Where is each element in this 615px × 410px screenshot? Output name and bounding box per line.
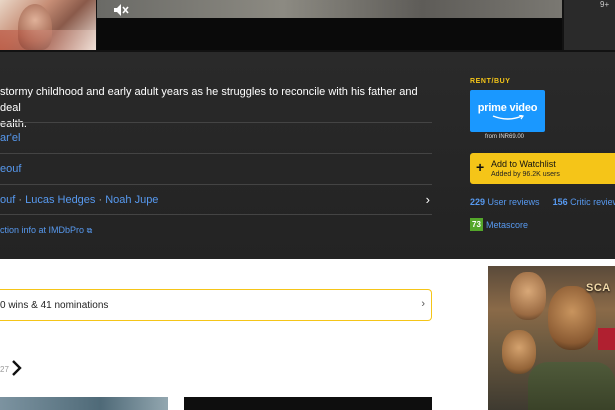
star-link[interactable]: ouf bbox=[0, 194, 15, 206]
poster-thumbnail[interactable] bbox=[0, 0, 96, 50]
user-reviews-count: 229 bbox=[470, 197, 486, 207]
poster-figure bbox=[548, 286, 596, 350]
imdbpro-link-text: ction info at IMDbPro bbox=[0, 225, 85, 235]
user-reviews-label: User reviews bbox=[487, 197, 540, 207]
reviews-links: 229 User reviews 156 Critic reviews bbox=[470, 197, 615, 207]
prime-video-button[interactable]: prime video bbox=[470, 90, 545, 132]
prime-smile-icon bbox=[492, 114, 524, 120]
rent-buy-label: RENT/BUY bbox=[470, 78, 511, 85]
ad-title: SCA bbox=[586, 282, 611, 294]
credit-name[interactable]: ar'el bbox=[0, 132, 20, 144]
critic-reviews-label: Critic reviews bbox=[570, 197, 615, 207]
plot-line: stormy childhood and early adult years a… bbox=[0, 86, 418, 114]
awards-text: 0 wins & 41 nominations bbox=[0, 300, 109, 311]
credit-row-director[interactable]: ar'el bbox=[0, 122, 432, 153]
credit-row-writer[interactable]: eouf bbox=[0, 153, 432, 184]
poster-figure bbox=[510, 272, 546, 320]
watchlist-count: Added by 96.2K users bbox=[491, 171, 560, 178]
critic-reviews-link[interactable]: 156 Critic reviews bbox=[553, 197, 615, 207]
star-link[interactable]: Lucas Hedges bbox=[25, 194, 95, 206]
poster-figure bbox=[502, 330, 536, 374]
stars-list: ouf · Lucas Hedges · Noah Jupe bbox=[0, 194, 158, 206]
mute-button[interactable] bbox=[110, 2, 132, 18]
prime-price: from INR69.00 bbox=[485, 134, 525, 140]
user-reviews-link[interactable]: 229 User reviews bbox=[470, 197, 542, 207]
media-strip: 9+ bbox=[0, 0, 615, 52]
chevron-right-icon: › bbox=[421, 298, 425, 310]
credit-name[interactable]: eouf bbox=[0, 163, 21, 175]
awards-button[interactable]: 0 wins & 41 nominations › bbox=[0, 289, 432, 321]
ad-badge bbox=[598, 328, 615, 350]
chevron-right-icon[interactable]: › bbox=[426, 192, 430, 207]
advertisement-poster[interactable]: SCA bbox=[488, 266, 615, 410]
volume-mute-icon bbox=[114, 4, 129, 16]
photos-count: 27 bbox=[0, 365, 9, 374]
metascore-label: Metascore bbox=[486, 219, 529, 230]
poster-figure bbox=[528, 362, 615, 410]
critic-reviews-count: 156 bbox=[552, 197, 568, 207]
watchlist-title: Add to Watchlist bbox=[491, 159, 556, 169]
side-thumbnail-label: 9+ bbox=[600, 0, 610, 9]
star-link[interactable]: Noah Jupe bbox=[105, 194, 158, 206]
plus-icon: + bbox=[476, 159, 485, 175]
chevron-right-icon[interactable] bbox=[10, 359, 22, 377]
imdbpro-link[interactable]: ction info at IMDbPro ⧉ bbox=[0, 225, 92, 236]
metascore-badge: 73 bbox=[470, 218, 483, 231]
metascore-link[interactable]: 73 Metascore bbox=[470, 218, 528, 231]
title-hero-section: stormy childhood and early adult years a… bbox=[0, 52, 615, 259]
video-thumbnail[interactable] bbox=[184, 397, 432, 410]
star-separator: · bbox=[98, 194, 103, 206]
add-to-watchlist-button[interactable]: + Add to Watchlist Added by 96.2K users bbox=[470, 153, 615, 184]
photo-thumbnail[interactable] bbox=[0, 397, 168, 410]
lower-content-section: 0 wins & 41 nominations › 27 SCA bbox=[0, 259, 615, 410]
trailer-video[interactable] bbox=[97, 0, 562, 50]
star-separator: · bbox=[18, 194, 23, 206]
credit-row-stars[interactable]: ouf · Lucas Hedges · Noah Jupe › bbox=[0, 184, 432, 215]
external-link-icon: ⧉ bbox=[86, 226, 93, 235]
video-scene bbox=[97, 0, 562, 18]
prime-video-logo-text: prime video bbox=[477, 101, 538, 114]
